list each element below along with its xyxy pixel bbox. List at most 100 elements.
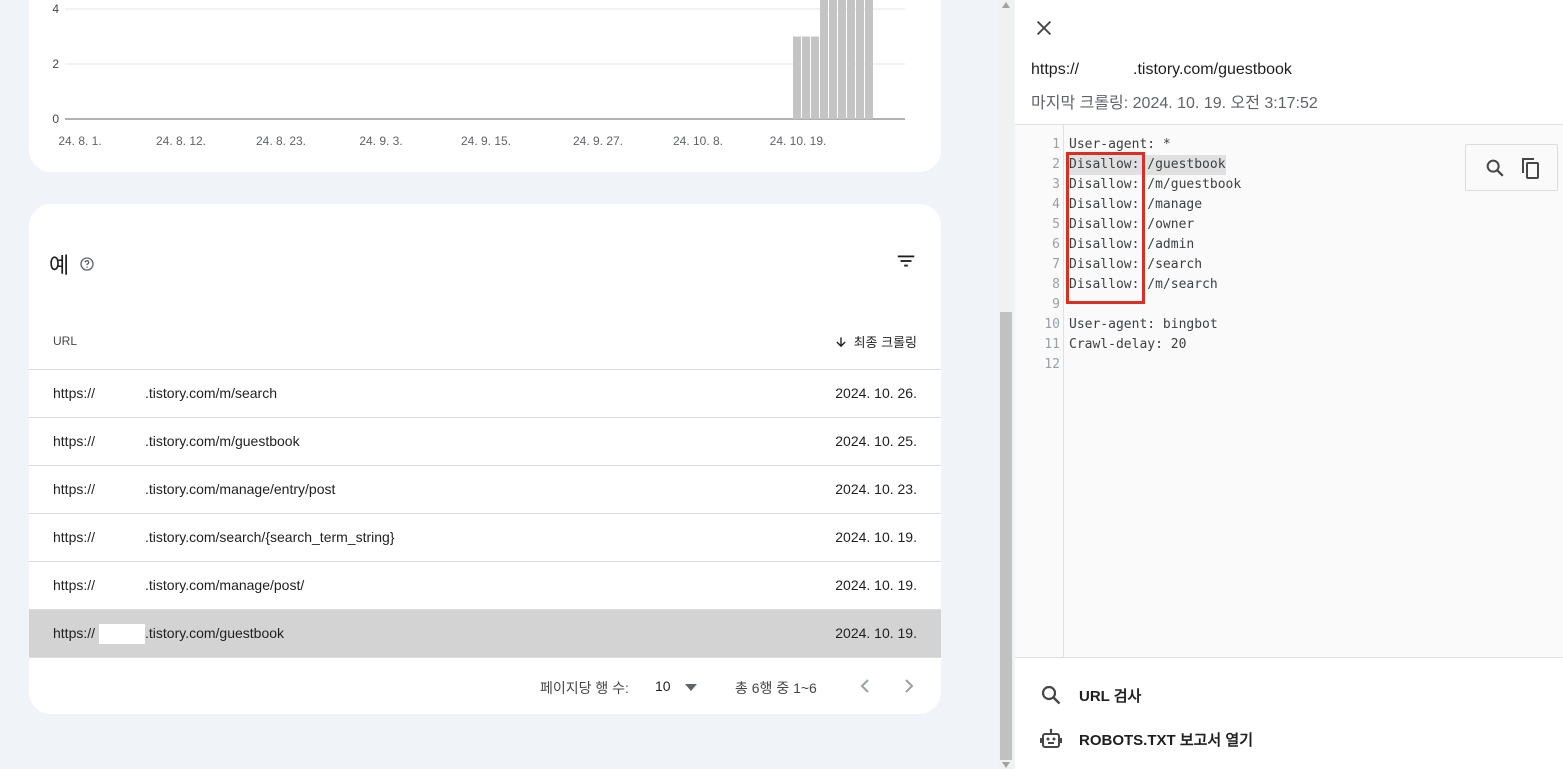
redacted-block — [99, 432, 145, 452]
page-range: 총 6행 중 1~6 — [735, 680, 817, 696]
chart-bar[interactable] — [847, 0, 855, 119]
url-inspect-action[interactable]: URL 검사 — [1039, 683, 1141, 707]
scroll-down-icon[interactable] — [1002, 762, 1010, 768]
code-text: Crawl-delay: 20 — [1069, 337, 1187, 352]
column-header-last-crawl-label: 최종 크롤링 — [853, 335, 917, 350]
redacted-block — [99, 384, 145, 404]
code-line: 12 — [1015, 355, 1563, 375]
code-toolbar — [1465, 144, 1558, 191]
caret-down-icon[interactable] — [684, 682, 698, 692]
row-date: 2024. 10. 19. — [835, 577, 917, 593]
open-robots-report-action[interactable]: ROBOTS.TXT 보고서 열기 — [1039, 727, 1253, 751]
row-date: 2024. 10. 26. — [835, 385, 917, 401]
chart-bar[interactable] — [829, 0, 837, 119]
chart-bar[interactable] — [820, 0, 828, 119]
x-tick-label: 24. 8. 12. — [156, 134, 206, 148]
table-row[interactable]: https:// .tistory.com/manage/post/ 2024.… — [29, 562, 941, 610]
y-tick-label: 2 — [52, 57, 59, 71]
help-icon[interactable] — [79, 256, 95, 272]
line-number: 6 — [1052, 237, 1060, 252]
robots-txt-viewer: 1 User-agent: * 2 Disallow: /guestbook 3 Di… — [1015, 124, 1563, 658]
search-icon — [1041, 685, 1061, 705]
chart-bar[interactable] — [838, 0, 846, 119]
row-date: 2024. 10. 25. — [835, 433, 917, 449]
row-date: 2024. 10. 19. — [835, 529, 917, 545]
column-header-url[interactable]: URL — [53, 334, 77, 348]
panel-url-scheme: https:// — [1031, 61, 1080, 78]
table-row[interactable]: https:// .tistory.com/manage/entry/post … — [29, 466, 941, 514]
line-number: 7 — [1052, 257, 1060, 272]
crawl-chart: 0 2 4 24. 8. 1. 24. 8. 12. 24. 8. 23. 24. 9. 3… — [52, 0, 905, 148]
card-title-text: 예 — [49, 253, 70, 278]
annotation-box — [1066, 152, 1145, 304]
chevron-left-icon[interactable] — [855, 674, 875, 698]
x-tick-label: 24. 9. 27. — [573, 134, 623, 148]
table-row[interactable]: https:// .tistory.com/m/guestbook 2024. … — [29, 418, 941, 466]
table-body: https:// .tistory.com/m/search 2024. 10.… — [29, 370, 941, 658]
chart-bar[interactable] — [802, 36, 810, 120]
line-number: 2 — [1052, 157, 1060, 172]
table-row-selected[interactable]: https:// .tistory.com/guestbook 2024. 10… — [29, 610, 941, 658]
code-text: User-agent: bingbot — [1069, 317, 1218, 332]
row-url-path: .tistory.com/manage/post/ — [145, 577, 305, 593]
url-inspect-label: URL 검사 — [1079, 687, 1142, 705]
x-tick-label: 24. 9. 15. — [461, 134, 511, 148]
row-url-scheme: https:// — [53, 577, 96, 593]
row-url-path: .tistory.com/manage/entry/post — [145, 481, 336, 497]
chart-bar[interactable] — [865, 0, 873, 119]
column-header-last-crawl[interactable]: 최종 크롤링 — [834, 332, 917, 351]
redacted-block — [99, 576, 145, 596]
rows-per-page-select[interactable]: 10 — [655, 678, 671, 694]
close-icon[interactable] — [1033, 17, 1055, 39]
card-title: 예 — [49, 248, 95, 280]
line-number: 3 — [1052, 177, 1060, 192]
redacted-block — [99, 624, 145, 644]
search-icon[interactable] — [1484, 157, 1506, 179]
code-line: 10 User-agent: bingbot — [1015, 315, 1563, 335]
line-number: 12 — [1044, 357, 1060, 372]
line-number: 5 — [1052, 217, 1060, 232]
line-number: 8 — [1052, 277, 1060, 292]
row-url-scheme: https:// — [53, 481, 96, 497]
x-tick-label: 24. 10. 8. — [673, 134, 723, 148]
redacted-block — [1079, 61, 1133, 79]
row-url-scheme: https:// — [53, 433, 96, 449]
row-url-scheme: https:// — [53, 529, 96, 545]
chart-card: 0 2 4 24. 8. 1. 24. 8. 12. 24. 8. 23. 24. 9. 3… — [29, 0, 941, 172]
y-tick-label: 4 — [52, 2, 59, 16]
pagination: 페이지당 행 수: 10 총 6행 중 1~6 — [29, 674, 941, 698]
x-tick-label: 24. 10. 19. — [770, 134, 827, 148]
row-url-scheme: https:// — [53, 385, 96, 401]
open-robots-report-label: ROBOTS.TXT 보고서 열기 — [1079, 731, 1254, 749]
row-date: 2024. 10. 19. — [835, 625, 917, 641]
scroll-up-icon[interactable] — [1002, 2, 1010, 8]
examples-card: 예 URL 최종 크롤링 https:// .tistory.com/m/sea… — [29, 204, 941, 714]
panel-url: https:// .tistory.com/guestbook — [1031, 61, 1292, 79]
x-tick-label: 24. 8. 23. — [256, 134, 306, 148]
row-url-scheme: https:// — [53, 625, 96, 641]
chart-bar[interactable] — [856, 0, 864, 119]
rows-per-page-label: 페이지당 행 수: — [540, 680, 629, 696]
copy-icon[interactable] — [1519, 156, 1541, 180]
redacted-block — [99, 480, 145, 500]
scrollbar-thumb[interactable] — [1000, 312, 1012, 760]
panel-url-path: .tistory.com/guestbook — [1133, 61, 1292, 78]
last-crawl-text: 마지막 크롤링: 2024. 10. 19. 오전 3:17:52 — [1031, 95, 1318, 112]
chart-bar[interactable] — [793, 36, 801, 120]
redacted-block — [99, 528, 145, 548]
x-tick-label: 24. 8. 1. — [58, 134, 101, 148]
line-number: 9 — [1052, 297, 1060, 312]
x-tick-label: 24. 9. 3. — [359, 134, 402, 148]
row-url-path: .tistory.com/m/guestbook — [145, 433, 300, 449]
table-header: URL 최종 크롤링 — [29, 314, 941, 370]
table-row[interactable]: https:// .tistory.com/m/search 2024. 10.… — [29, 370, 941, 418]
chevron-right-icon[interactable] — [899, 674, 919, 698]
filter-icon[interactable] — [895, 250, 917, 272]
row-url-path: .tistory.com/search/{search_term_string} — [145, 529, 395, 545]
y-tick-label: 0 — [52, 112, 59, 126]
chart-bar[interactable] — [811, 36, 819, 120]
line-number: 11 — [1044, 337, 1060, 352]
row-url-path: .tistory.com/guestbook — [145, 625, 285, 641]
line-number: 1 — [1052, 137, 1060, 152]
table-row[interactable]: https:// .tistory.com/search/{search_ter… — [29, 514, 941, 562]
